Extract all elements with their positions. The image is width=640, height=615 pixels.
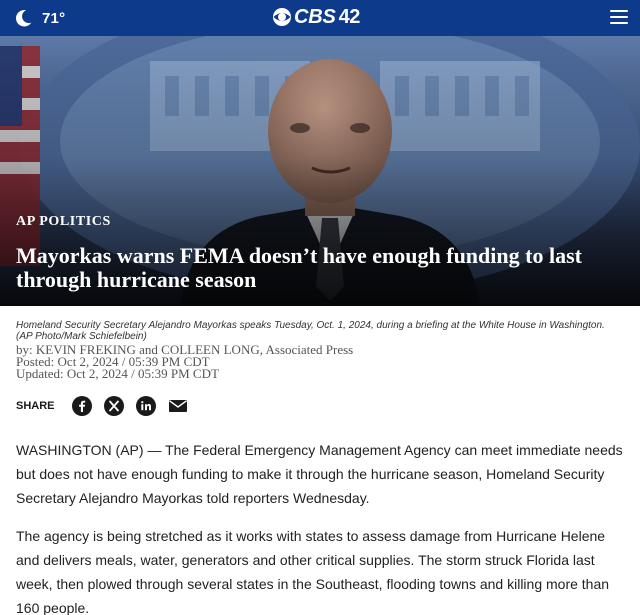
logo-number: 42 bbox=[338, 5, 361, 28]
article-paragraph: WASHINGTON (AP) — The Federal Emergency … bbox=[16, 442, 623, 506]
article-meta: by: KEVIN FREKING and COLLEEN LONG, Asso… bbox=[16, 343, 353, 381]
email-icon[interactable] bbox=[168, 396, 188, 416]
article-category[interactable]: AP POLITICS bbox=[16, 214, 624, 230]
x-icon[interactable] bbox=[104, 396, 124, 416]
cbs-eye-icon bbox=[273, 8, 291, 26]
weather-widget[interactable]: 71° bbox=[12, 6, 65, 30]
site-logo[interactable]: CBS 42 bbox=[272, 2, 360, 32]
photo-caption: Homeland Security Secretary Alejandro Ma… bbox=[16, 320, 605, 342]
hero-text-block: AP POLITICS Mayorkas warns FEMA doesn’t … bbox=[16, 214, 624, 292]
share-bar: SHARE bbox=[16, 394, 200, 418]
share-label: SHARE bbox=[16, 400, 55, 412]
logo-text: CBS bbox=[294, 5, 336, 28]
facebook-icon[interactable] bbox=[72, 396, 92, 416]
updated-date: Updated: Oct 2, 2024 / 05:39 PM CDT bbox=[16, 366, 219, 381]
article-headline: Mayorkas warns FEMA doesn’t have enough … bbox=[16, 243, 582, 292]
site-header: 71° CBS 42 bbox=[0, 0, 640, 36]
moon-icon bbox=[15, 9, 32, 27]
hamburger-menu-icon[interactable] bbox=[610, 10, 628, 24]
article-paragraph: The agency is being stretched as it work… bbox=[16, 528, 610, 615]
hero-image: AP POLITICS Mayorkas warns FEMA doesn’t … bbox=[0, 36, 640, 306]
temperature: 71° bbox=[42, 9, 66, 27]
linkedin-icon[interactable] bbox=[136, 396, 156, 416]
